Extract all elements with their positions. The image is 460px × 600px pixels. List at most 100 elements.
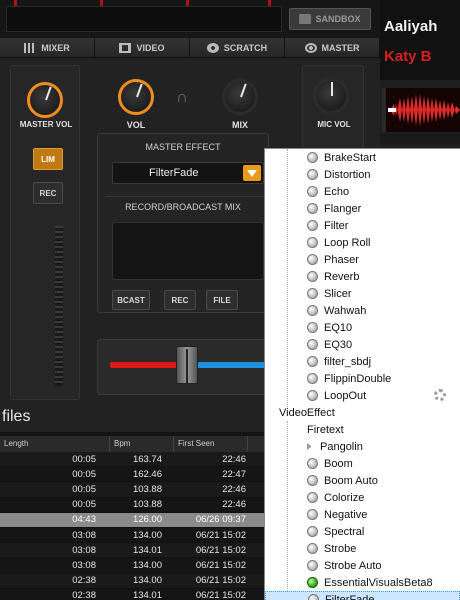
effect-icon	[307, 458, 318, 469]
effect-item[interactable]: FilterFade	[265, 591, 460, 600]
effect-item[interactable]: Negative	[265, 506, 460, 523]
rec-button[interactable]: REC	[33, 182, 63, 204]
mic-vol-label: MIC VOL	[317, 120, 351, 129]
table-row[interactable]: 03:08 134.00 06/21 15:02	[0, 558, 280, 574]
expand-arrow-icon[interactable]	[307, 443, 314, 450]
effect-item[interactable]: Flanger	[265, 200, 460, 217]
effect-item[interactable]: Spectral	[265, 523, 460, 540]
tree-group-videoeffect[interactable]: VideoEffect	[265, 404, 460, 421]
master-icon	[304, 42, 317, 53]
col-first-seen[interactable]: First Seen	[174, 436, 248, 452]
effect-label: EQ30	[324, 338, 353, 351]
cell-bpm: 163.74	[132, 453, 162, 465]
effect-icon	[307, 475, 318, 486]
knob-needle	[45, 86, 52, 101]
effect-item[interactable]: EssentialVisualsBeta8	[265, 574, 460, 591]
cell-length: 02:38	[72, 575, 96, 587]
effect-item[interactable]: Strobe	[265, 540, 460, 557]
table-row[interactable]: 00:05 163.74 22:46	[0, 452, 280, 468]
effect-label: Spectral	[324, 525, 365, 538]
col-length[interactable]: Length	[0, 436, 110, 452]
virtualdj-window: SANDBOX MIXER VIDEO SCRATCH MASTER MASTE…	[0, 0, 460, 600]
table-row[interactable]: 03:08 134.01 06/21 15:02	[0, 543, 280, 559]
effect-item[interactable]: Strobe Auto	[265, 557, 460, 574]
headphones-icon[interactable]: ∩	[172, 89, 192, 107]
effect-label: Firetext	[307, 423, 344, 436]
effect-icon	[307, 373, 318, 384]
mic-vol-knob[interactable]	[313, 78, 349, 114]
table-row[interactable]: 02:38 134.01 06/21 15:02	[0, 588, 280, 600]
tab-scratch[interactable]: SCRATCH	[190, 38, 285, 57]
table-row[interactable]: 02:38 134.00 06/21 15:02	[0, 573, 280, 589]
effect-item[interactable]: Wahwah	[265, 302, 460, 319]
master-vol-knob[interactable]	[27, 82, 63, 118]
effect-item[interactable]: EQ30	[265, 336, 460, 353]
effect-item[interactable]: BrakeStart	[265, 149, 460, 166]
mix-knob[interactable]	[222, 79, 258, 115]
cell-length: 03:08	[72, 529, 96, 541]
lim-button[interactable]: LIM	[33, 148, 63, 170]
effect-item[interactable]: EQ10	[265, 319, 460, 336]
effect-item[interactable]: Reverb	[265, 268, 460, 285]
waveform-graphic	[382, 88, 460, 132]
effect-item[interactable]: Boom Auto	[265, 472, 460, 489]
info-field	[6, 6, 282, 32]
crossfader-left-track	[110, 362, 178, 368]
effect-label: Colorize	[324, 491, 365, 504]
vu-meter	[55, 226, 63, 386]
master-effect-select[interactable]: FilterFade	[112, 162, 264, 184]
table-row[interactable]: 00:05 103.88 22:46	[0, 497, 280, 513]
tab-mixer[interactable]: MIXER	[0, 38, 95, 57]
effect-item[interactable]: Phaser	[265, 251, 460, 268]
gear-icon[interactable]	[434, 389, 446, 401]
effect-icon	[307, 305, 318, 316]
effect-icon	[307, 186, 318, 197]
cell-length: 04:43	[72, 514, 96, 526]
effect-item[interactable]: Filter	[265, 217, 460, 234]
effect-item[interactable]: filter_sbdj	[265, 353, 460, 370]
effect-icon	[307, 543, 318, 554]
tab-video[interactable]: VIDEO	[95, 38, 190, 57]
table-row[interactable]: 03:08 134.00 06/21 15:02	[0, 527, 280, 544]
sandbox-button[interactable]: SANDBOX	[289, 8, 371, 30]
effect-item[interactable]: LoopOut	[265, 387, 460, 404]
effect-item[interactable]: Pangolin	[265, 438, 460, 455]
effect-item[interactable]: Distortion	[265, 166, 460, 183]
deck-track-info: Aaliyah Katy B	[380, 0, 460, 80]
table-row[interactable]: 00:05 103.88 22:46	[0, 482, 280, 498]
tab-label: MIXER	[41, 42, 70, 53]
col-bpm[interactable]: Bpm	[110, 436, 174, 452]
cell-bpm: 134.00	[132, 559, 162, 571]
cell-bpm: 134.01	[132, 590, 162, 600]
effect-item[interactable]: Loop Roll	[265, 234, 460, 251]
file-button[interactable]: FILE	[206, 290, 238, 310]
cell-length: 03:08	[72, 559, 96, 571]
tab-master[interactable]: MASTER	[285, 38, 380, 57]
vol-knob[interactable]	[118, 79, 154, 115]
cell-first-seen: 22:47	[222, 468, 246, 480]
master-effect-value: FilterFade	[149, 167, 199, 179]
cell-bpm: 103.88	[132, 483, 162, 495]
table-row[interactable]: 00:05 162.46 22:47	[0, 467, 280, 483]
cell-first-seen: 06/21 15:02	[195, 529, 246, 541]
effect-label: filter_sbdj	[324, 355, 372, 368]
effect-item[interactable]: Colorize	[265, 489, 460, 506]
effect-item[interactable]: Slicer	[265, 285, 460, 302]
record-button[interactable]: REC	[164, 290, 196, 310]
effect-item[interactable]: Echo	[265, 183, 460, 200]
crossfader[interactable]	[97, 339, 269, 395]
effect-item[interactable]: Firetext	[265, 421, 460, 438]
effect-label: VideoEffect	[279, 406, 335, 419]
effect-label: EssentialVisualsBeta8	[324, 576, 433, 589]
tab-label: MASTER	[321, 42, 360, 53]
table-row[interactable]: 04:43 126.00 06/26 09:37	[0, 512, 280, 528]
crossfader-handle[interactable]	[176, 346, 198, 384]
effect-item[interactable]: Boom	[265, 455, 460, 472]
knob-needle	[240, 83, 247, 98]
waveform-display[interactable]	[382, 88, 460, 132]
deck-strip	[380, 134, 460, 144]
bcast-button[interactable]: BCAST	[112, 290, 150, 310]
cell-length: 00:05	[72, 499, 96, 511]
cell-bpm: 126.00	[132, 514, 162, 526]
effect-item[interactable]: FlippinDouble	[265, 370, 460, 387]
